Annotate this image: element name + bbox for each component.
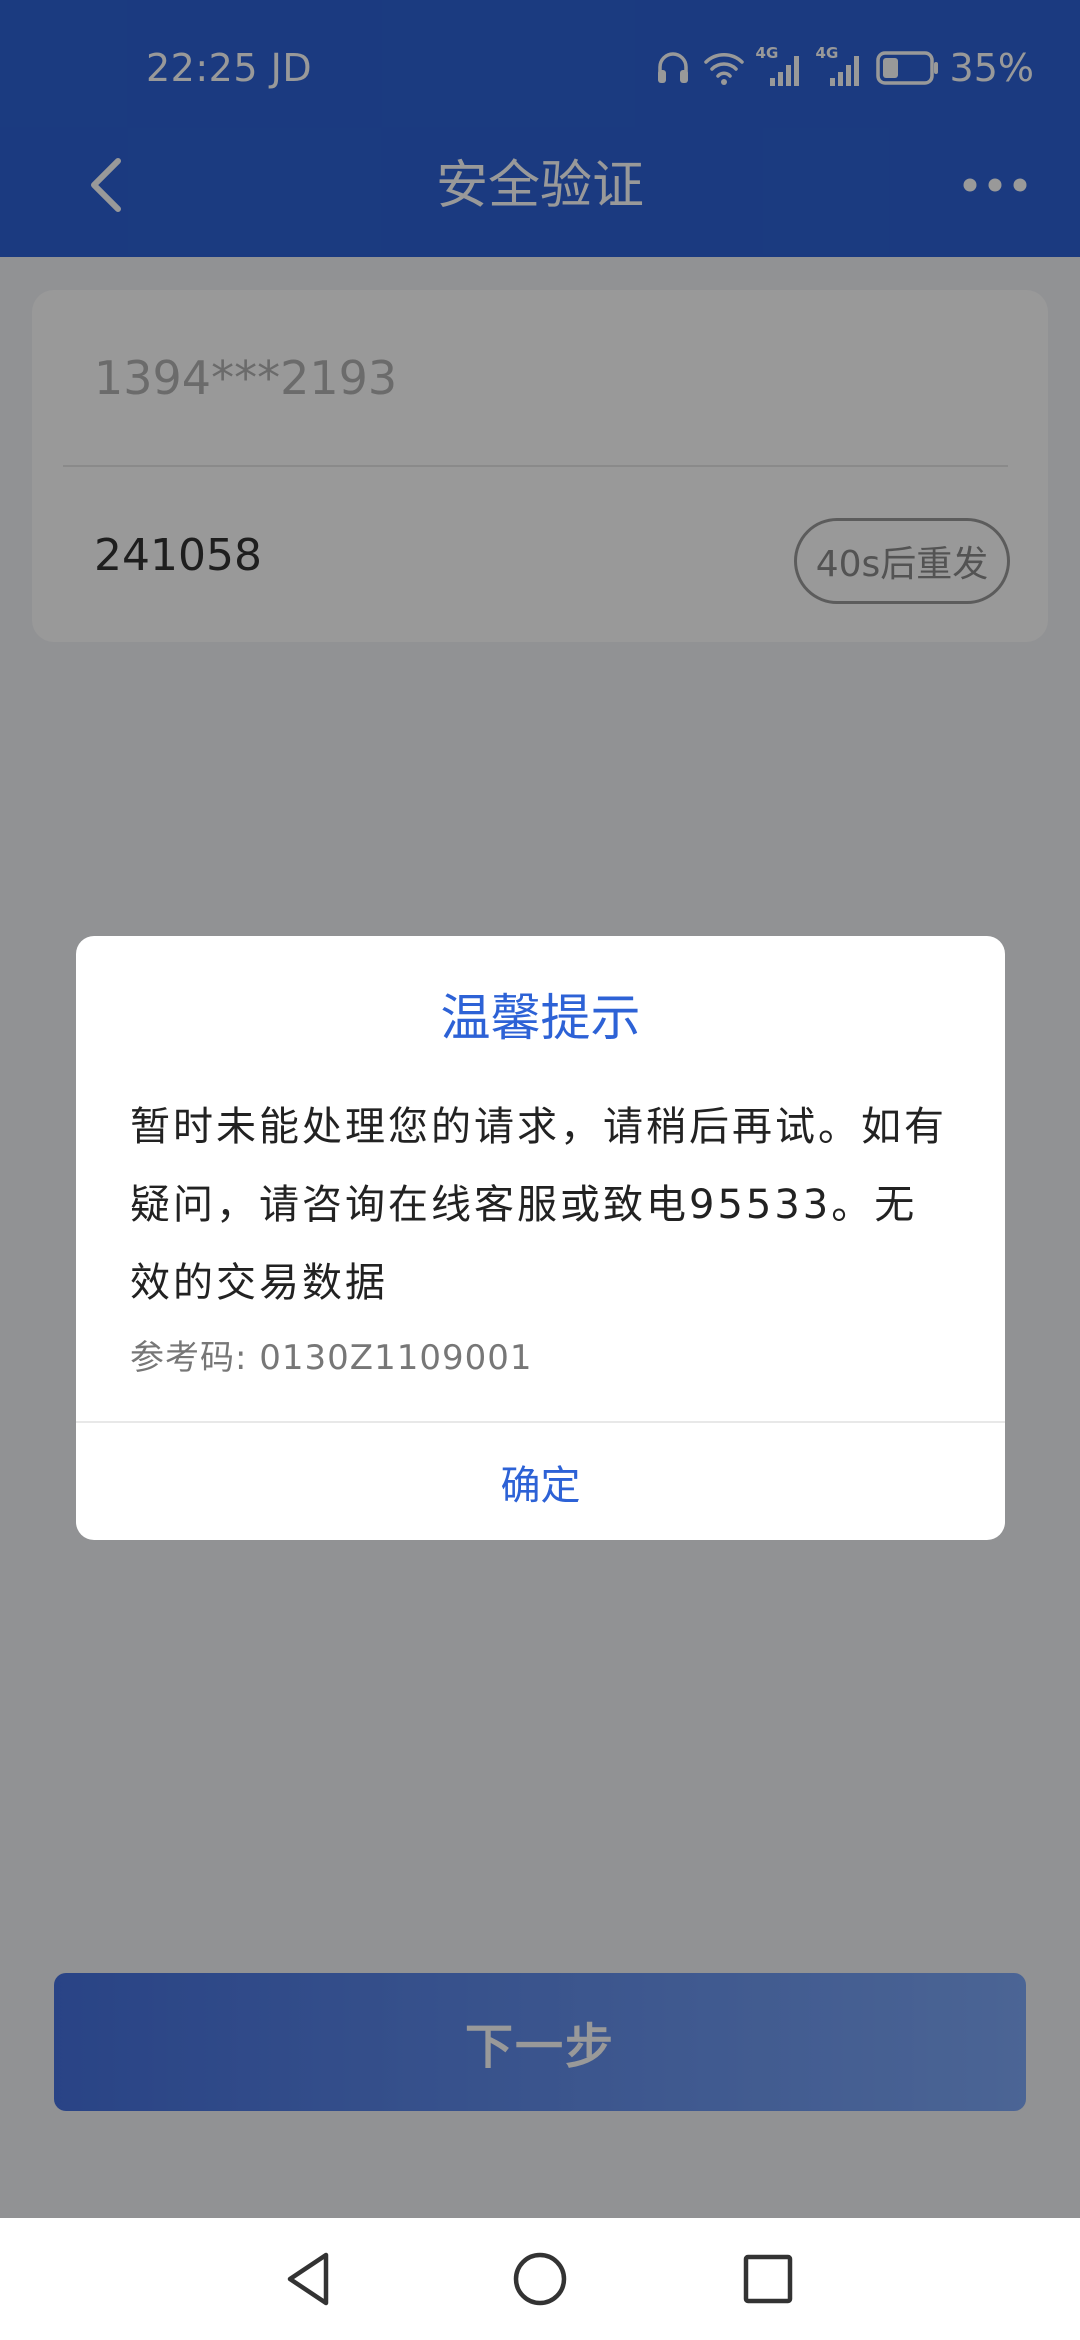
nav-back-button[interactable] <box>268 2239 348 2319</box>
home-circle-icon <box>513 2252 567 2306</box>
reference-label: 参考码: <box>130 1338 248 1378</box>
dialog-reference: 参考码: 0130Z1109001 <box>130 1336 533 1380</box>
reference-code: 0130Z1109001 <box>259 1338 533 1378</box>
nav-home-button[interactable] <box>500 2239 580 2319</box>
alert-dialog: 温馨提示 暂时未能处理您的请求，请稍后再试。如有疑问，请咨询在线客服或致电955… <box>76 936 1005 1540</box>
dialog-message: 暂时未能处理您的请求，请稍后再试。如有疑问，请咨询在线客服或致电95533。无效… <box>130 1104 947 1306</box>
system-nav-bar <box>0 2218 1080 2340</box>
confirm-button[interactable]: 确定 <box>76 1423 1005 1540</box>
recent-square-icon <box>743 2254 793 2304</box>
dialog-title: 温馨提示 <box>440 989 641 1047</box>
back-triangle-icon <box>287 2252 329 2306</box>
nav-recent-button[interactable] <box>728 2239 808 2319</box>
